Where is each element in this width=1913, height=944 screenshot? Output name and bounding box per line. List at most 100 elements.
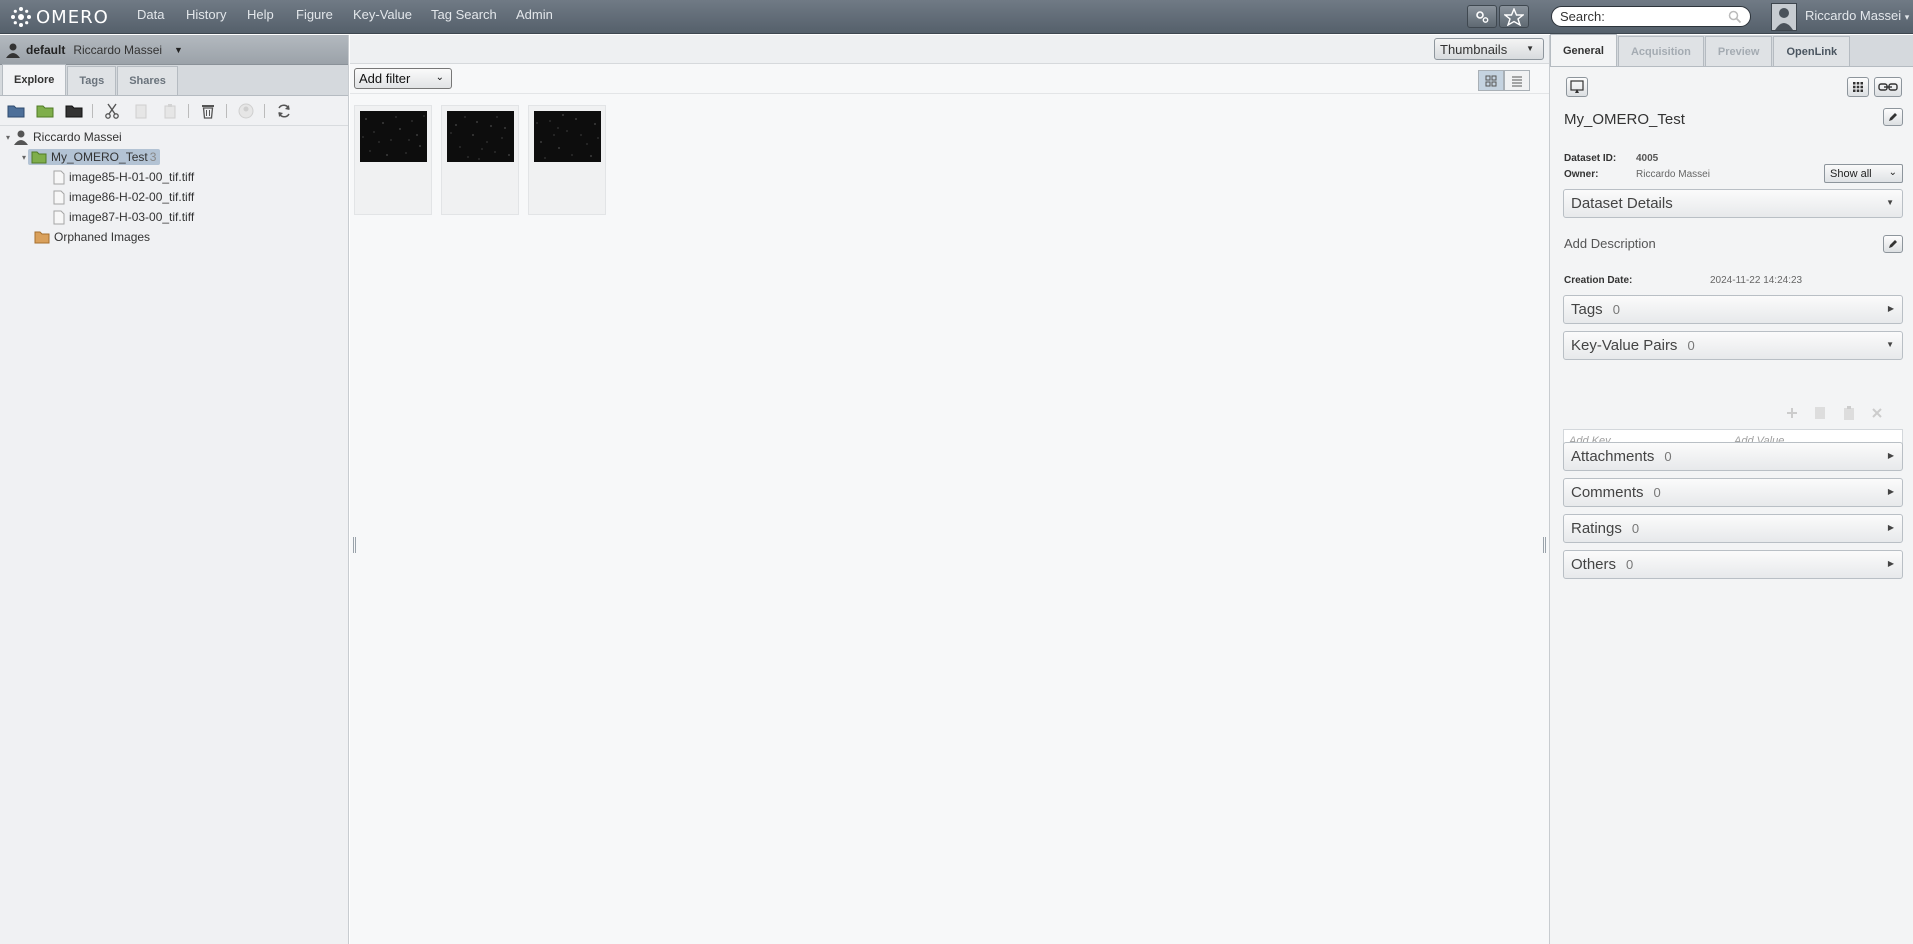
paste-button[interactable]	[159, 100, 181, 122]
tree-node-dataset[interactable]: ▾ My_OMERO_Test 3	[22, 148, 161, 166]
open-in-viewer-button[interactable]	[1566, 77, 1588, 97]
grid-layout-button[interactable]	[1478, 70, 1504, 91]
image-thumbnail[interactable]	[441, 105, 519, 215]
paste-kv-button[interactable]	[1841, 405, 1857, 421]
tree-user-label: Riccardo Massei	[33, 130, 122, 144]
right-panel: General Acquisition Preview OpenLink My_…	[1549, 34, 1913, 944]
nav-history[interactable]: History	[186, 7, 226, 22]
thumbnail-image	[360, 111, 427, 162]
dataset-details-header[interactable]: Dataset Details ▼	[1563, 189, 1903, 218]
collapse-icon[interactable]: ▾	[6, 133, 10, 142]
nav-figure[interactable]: Figure	[296, 7, 333, 22]
copy-kv-button[interactable]	[1812, 405, 1828, 421]
nav-admin[interactable]: Admin	[516, 7, 553, 22]
dataset-child-count: 3	[149, 150, 157, 164]
tab-explore[interactable]: Explore	[2, 64, 67, 95]
group-switcher[interactable]: default Riccardo Massei ▼	[0, 35, 348, 65]
add-description-label: Add Description	[1564, 236, 1656, 251]
others-header[interactable]: Others 0 ▶	[1563, 550, 1903, 579]
nav-data[interactable]: Data	[137, 7, 164, 22]
image-file-icon	[53, 170, 65, 184]
grid-view-button[interactable]	[1847, 77, 1869, 97]
add-filter-label: Add filter	[359, 71, 411, 86]
activities-button[interactable]	[1499, 5, 1529, 28]
tree-node-user[interactable]: ▾ Riccardo Massei	[6, 128, 122, 146]
search-icon[interactable]	[1728, 10, 1742, 24]
thumbnail-image	[447, 111, 514, 162]
tree-node-image[interactable]: image87-H-03-00_tif.tiff	[53, 208, 194, 226]
user-avatar[interactable]	[1771, 3, 1797, 31]
toolbar-divider	[264, 103, 265, 118]
list-layout-button[interactable]	[1504, 70, 1530, 91]
user-name: Riccardo Massei	[1805, 8, 1902, 23]
delete-kv-button[interactable]	[1869, 405, 1885, 421]
tab-shares[interactable]: Shares	[117, 66, 178, 95]
copy-icon	[135, 104, 147, 118]
search-input[interactable]	[1560, 9, 1720, 24]
tags-count: 0	[1612, 302, 1620, 317]
tree-toolbar	[0, 96, 348, 126]
right-splitter-handle[interactable]	[1543, 537, 1546, 553]
kv-count: 0	[1687, 338, 1695, 353]
image-thumbnail[interactable]	[528, 105, 606, 215]
right-tabs: General Acquisition Preview OpenLink	[1550, 34, 1913, 67]
tree-node-image[interactable]: image86-H-02-00_tif.tiff	[53, 188, 194, 206]
view-mode-value: Thumbnails	[1440, 41, 1508, 57]
image-thumbnail[interactable]	[354, 105, 432, 215]
show-all-select[interactable]: Show all ⌄	[1824, 164, 1903, 183]
chevron-down-icon: ⌄	[435, 72, 444, 83]
dataset-folder-icon	[36, 105, 54, 117]
left-splitter-handle[interactable]	[353, 537, 356, 553]
screen-folder-icon	[65, 105, 83, 117]
new-dataset-button[interactable]	[34, 100, 56, 122]
cut-button[interactable]	[101, 100, 123, 122]
comments-header[interactable]: Comments 0 ▶	[1563, 478, 1903, 507]
refresh-icon	[278, 103, 290, 118]
copy-button[interactable]	[130, 100, 152, 122]
dataset-details-label: Dataset Details	[1571, 195, 1673, 212]
collapse-icon[interactable]: ▾	[22, 153, 26, 162]
key-value-pairs-header[interactable]: Key-Value Pairs 0 ▼	[1563, 331, 1903, 360]
tab-general[interactable]: General	[1550, 34, 1617, 66]
search-box[interactable]	[1551, 6, 1751, 27]
add-kv-button[interactable]	[1784, 405, 1800, 421]
new-project-button[interactable]	[5, 100, 27, 122]
refresh-button[interactable]	[273, 100, 295, 122]
dataset-selection[interactable]: My_OMERO_Test 3	[28, 149, 161, 165]
user-icon	[14, 130, 29, 145]
scripts-button[interactable]	[1467, 5, 1497, 28]
tab-acquisition[interactable]: Acquisition	[1617, 36, 1704, 66]
edit-description-button[interactable]	[1883, 235, 1903, 253]
tab-preview[interactable]: Preview	[1704, 36, 1773, 66]
link-button[interactable]	[1874, 77, 1902, 97]
tab-openlink[interactable]: OpenLink	[1773, 36, 1851, 66]
top-bar: OMERO Data History Help Figure Key-Value…	[0, 0, 1913, 34]
nav-tag-search[interactable]: Tag Search	[431, 7, 497, 22]
link-icon	[1878, 83, 1898, 91]
new-screen-button[interactable]	[63, 100, 85, 122]
tree-node-orphaned[interactable]: Orphaned Images	[34, 228, 150, 246]
tree-node-image[interactable]: image85-H-01-00_tif.tiff	[53, 168, 194, 186]
ratings-label: Ratings	[1571, 520, 1622, 537]
pencil-icon	[1889, 113, 1897, 121]
trash-icon	[202, 104, 214, 119]
delete-button[interactable]	[197, 100, 219, 122]
tab-tags[interactable]: Tags	[67, 66, 117, 95]
user-menu[interactable]: Riccardo Massei ▾	[1805, 8, 1909, 23]
ratings-header[interactable]: Ratings 0 ▶	[1563, 514, 1903, 543]
tags-header[interactable]: Tags 0 ▶	[1563, 295, 1903, 324]
add-filter-select[interactable]: Add filter ⌄	[354, 68, 452, 89]
comments-count: 0	[1653, 485, 1661, 500]
view-mode-select[interactable]: Thumbnails ▼	[1434, 38, 1544, 60]
image-label: image85-H-01-00_tif.tiff	[69, 170, 195, 184]
nav-key-value[interactable]: Key-Value	[353, 7, 412, 22]
attachments-header[interactable]: Attachments 0 ▶	[1563, 442, 1903, 471]
group-name: default	[26, 42, 66, 57]
nav-help[interactable]: Help	[247, 7, 274, 22]
change-owner-button[interactable]	[235, 100, 257, 122]
filter-row: Add filter ⌄	[350, 64, 1549, 94]
omero-logo[interactable]: OMERO	[10, 6, 109, 28]
edit-name-button[interactable]	[1883, 108, 1903, 126]
close-icon	[1872, 408, 1882, 418]
image-file-icon	[53, 190, 65, 204]
